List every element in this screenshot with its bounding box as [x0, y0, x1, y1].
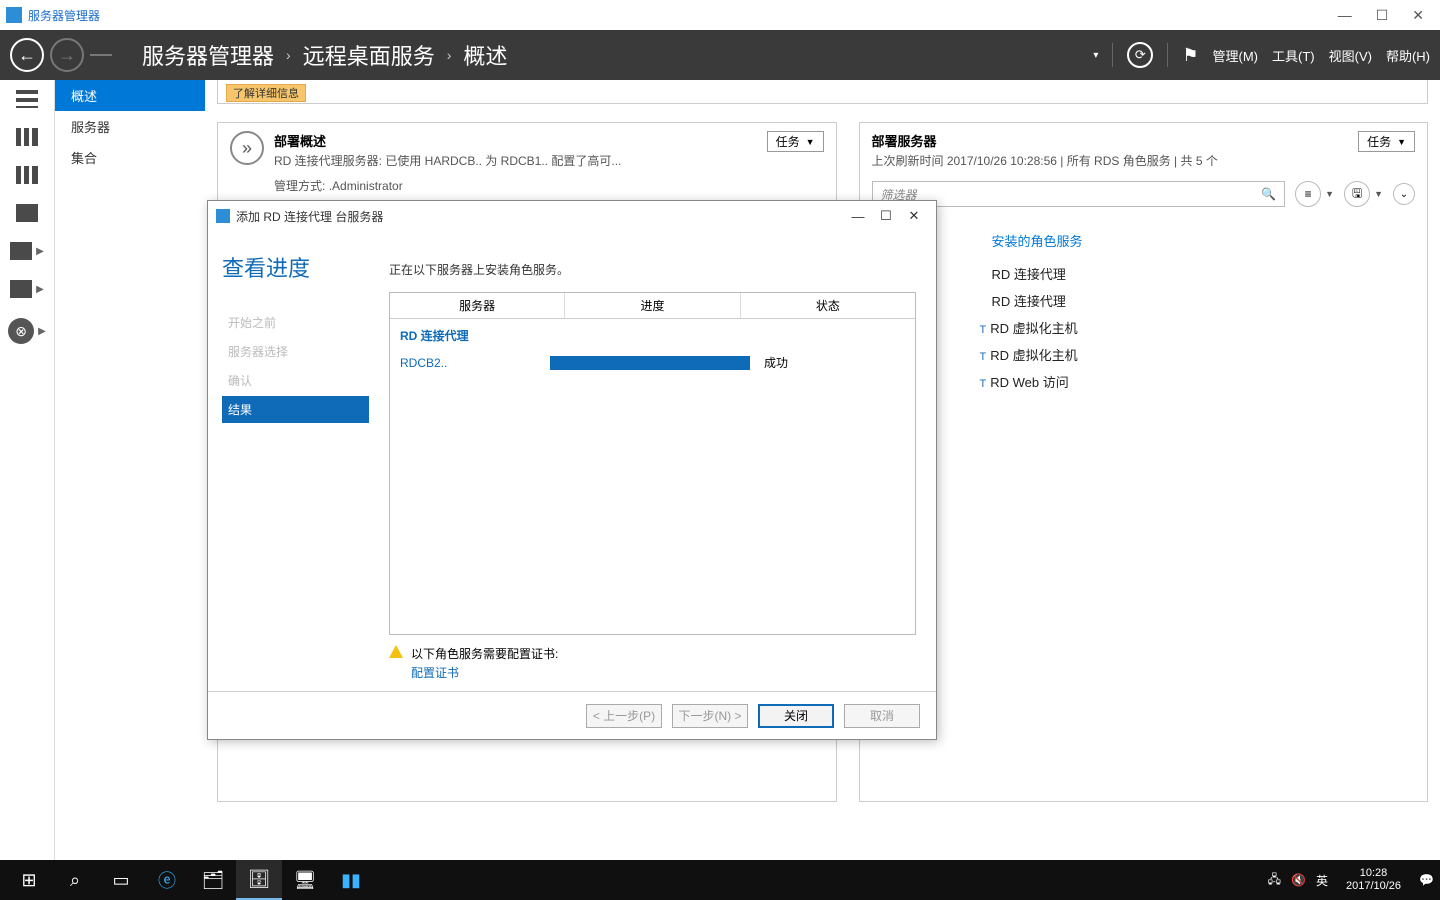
- app-icon: [6, 7, 22, 23]
- wizard-step-before: 开始之前: [222, 309, 369, 336]
- start-button[interactable]: ⊞: [6, 860, 52, 900]
- nav-back-button[interactable]: ←: [10, 38, 44, 72]
- tray-network-icon[interactable]: 🖧: [1268, 870, 1281, 891]
- rail-remote-desktop-icon[interactable]: ⊗: [8, 318, 34, 344]
- progress-bar: [550, 356, 750, 370]
- role-item[interactable]: RD 连接代理: [992, 264, 1416, 283]
- windows-taskbar: ⊞ ⌕ ▭ ⓔ 🗂 🗄 🖥 ▮▮ 🖧 🔇 英 10:28 2017/10/26 …: [0, 860, 1440, 900]
- dialog-title: 添加 RD 连接代理 台服务器: [236, 208, 383, 225]
- wizard-step-result[interactable]: 结果: [222, 396, 369, 423]
- menu-help[interactable]: 帮助(H): [1386, 46, 1430, 65]
- nav-forward-button[interactable]: →: [50, 38, 84, 72]
- nav-item-overview[interactable]: 概述: [55, 80, 205, 111]
- rail-local-server-icon[interactable]: [16, 128, 38, 146]
- warning-icon: [389, 645, 403, 658]
- header-ribbon: ← → 服务器管理器 › 远程桌面服务 › 概述 ▾ ⟳ ⚑ 管理(M) 工具(…: [0, 30, 1440, 80]
- dialog-icon: [216, 209, 230, 223]
- save-query-button[interactable]: 🖫: [1344, 181, 1370, 207]
- nav-item-collections[interactable]: 集合: [55, 142, 205, 173]
- col-progress: 进度: [565, 293, 740, 318]
- ie-icon[interactable]: ⓔ: [144, 860, 190, 900]
- taskbar-clock[interactable]: 10:28 2017/10/26: [1346, 867, 1401, 893]
- configure-cert-link[interactable]: 配置证书: [411, 664, 558, 681]
- search-button[interactable]: ⌕: [52, 860, 98, 900]
- crumb-section[interactable]: 远程桌面服务: [303, 39, 435, 71]
- warning-text: 以下角色服务需要配置证书:: [411, 647, 558, 661]
- info-bar: 了解详细信息: [217, 80, 1428, 104]
- prev-button: < 上一步(P): [586, 704, 662, 728]
- icon-rail: ▶ ▶ ⊗▶: [0, 80, 55, 860]
- server-manager-taskbar-icon[interactable]: 🗄: [236, 860, 282, 900]
- progress-row: RDCB2.. 成功: [400, 354, 905, 371]
- dialog-maximize-button[interactable]: ☐: [872, 208, 900, 224]
- role-item[interactable]: RD 连接代理: [992, 291, 1416, 310]
- rail-file-services-icon[interactable]: [16, 204, 38, 222]
- col-server: 服务器: [390, 293, 565, 318]
- server-name: RDCB2..: [400, 356, 550, 370]
- role-item[interactable]: TRD 虚拟化主机: [992, 318, 1416, 337]
- deployment-overview-title: 部署概述: [274, 131, 621, 150]
- breadcrumb: 服务器管理器 › 远程桌面服务 › 概述: [142, 39, 507, 71]
- progress-grid: 服务器 进度 状态 RD 连接代理 RDCB2.. 成功: [389, 292, 916, 635]
- role-item[interactable]: TRD Web 访问: [992, 372, 1416, 391]
- deployment-servers-sub: 上次刷新时间 2017/10/26 10:28:56 | 所有 RDS 角色服务…: [872, 152, 1349, 169]
- app-titlebar: 服务器管理器 — ☐ ✕: [0, 0, 1440, 30]
- action-center-icon[interactable]: 💬: [1419, 873, 1434, 887]
- ime-indicator[interactable]: 英: [1316, 872, 1328, 889]
- window-close-button[interactable]: ✕: [1412, 7, 1424, 24]
- learn-more-link[interactable]: 了解详细信息: [226, 84, 306, 102]
- next-button: 下一步(N) >: [672, 704, 748, 728]
- management-mode: 管理方式: .Administrator: [274, 177, 824, 194]
- tray-sound-icon[interactable]: 🔇: [1291, 873, 1306, 887]
- rail-iis-icon[interactable]: [10, 242, 32, 260]
- explorer-icon[interactable]: 🗂: [190, 860, 236, 900]
- deployment-servers-panel: 部署服务器 上次刷新时间 2017/10/26 10:28:56 | 所有 RD…: [859, 122, 1429, 802]
- dialog-message: 正在以下服务器上安装角色服务。: [389, 261, 916, 278]
- crumb-root[interactable]: 服务器管理器: [142, 39, 274, 71]
- window-minimize-button[interactable]: —: [1338, 7, 1352, 24]
- close-button[interactable]: 关闭: [758, 704, 834, 728]
- app-icon-1[interactable]: 🖥: [282, 860, 328, 900]
- wizard-step-confirm: 确认: [222, 367, 369, 394]
- overview-tasks-button[interactable]: 任务▼: [767, 131, 824, 152]
- dialog-heading: 查看进度: [222, 251, 369, 283]
- taskview-button[interactable]: ▭: [98, 860, 144, 900]
- crumb-page: 概述: [463, 39, 507, 71]
- wizard-step-select: 服务器选择: [222, 338, 369, 365]
- menu-view[interactable]: 视图(V): [1329, 46, 1372, 65]
- dialog-minimize-button[interactable]: —: [844, 209, 872, 224]
- expand-button[interactable]: ⌄: [1393, 183, 1415, 205]
- servers-tasks-button[interactable]: 任务▼: [1358, 131, 1415, 152]
- app-title: 服务器管理器: [28, 7, 100, 24]
- nav-list: 概述 服务器 集合: [55, 80, 205, 860]
- rail-all-servers-icon[interactable]: [16, 166, 38, 184]
- roles-header: 安装的角色服务: [992, 231, 1416, 250]
- rail-dashboard-icon[interactable]: [16, 90, 38, 108]
- search-icon[interactable]: 🔍: [1261, 187, 1276, 201]
- dialog-close-button[interactable]: ✕: [900, 208, 928, 224]
- cancel-button: 取消: [844, 704, 920, 728]
- nav-item-servers[interactable]: 服务器: [55, 111, 205, 142]
- role-group: RD 连接代理: [400, 327, 905, 344]
- add-rd-broker-dialog: 添加 RD 连接代理 台服务器 — ☐ ✕ 查看进度 开始之前 服务器选择 确认…: [207, 200, 937, 740]
- refresh-button[interactable]: ⟳: [1127, 42, 1153, 68]
- view-options-button[interactable]: ≡: [1295, 181, 1321, 207]
- overview-icon: »: [230, 131, 264, 165]
- rail-rds-icon[interactable]: [10, 280, 32, 298]
- menu-tools[interactable]: 工具(T): [1272, 46, 1315, 65]
- menu-manage[interactable]: 管理(M): [1213, 46, 1259, 65]
- app-icon-2[interactable]: ▮▮: [328, 860, 374, 900]
- dropdown-icon[interactable]: ▾: [1093, 50, 1098, 61]
- status-text: 成功: [764, 354, 788, 371]
- window-maximize-button[interactable]: ☐: [1376, 7, 1389, 24]
- role-item[interactable]: TRD 虚拟化主机: [992, 345, 1416, 364]
- notifications-flag-icon[interactable]: ⚑: [1182, 45, 1198, 66]
- deployment-overview-sub: RD 连接代理服务器: 已使用 HARDCB.. 为 RDCB1.. 配置了高可…: [274, 152, 621, 169]
- deployment-servers-title: 部署服务器: [872, 131, 1349, 150]
- col-status: 状态: [741, 293, 915, 318]
